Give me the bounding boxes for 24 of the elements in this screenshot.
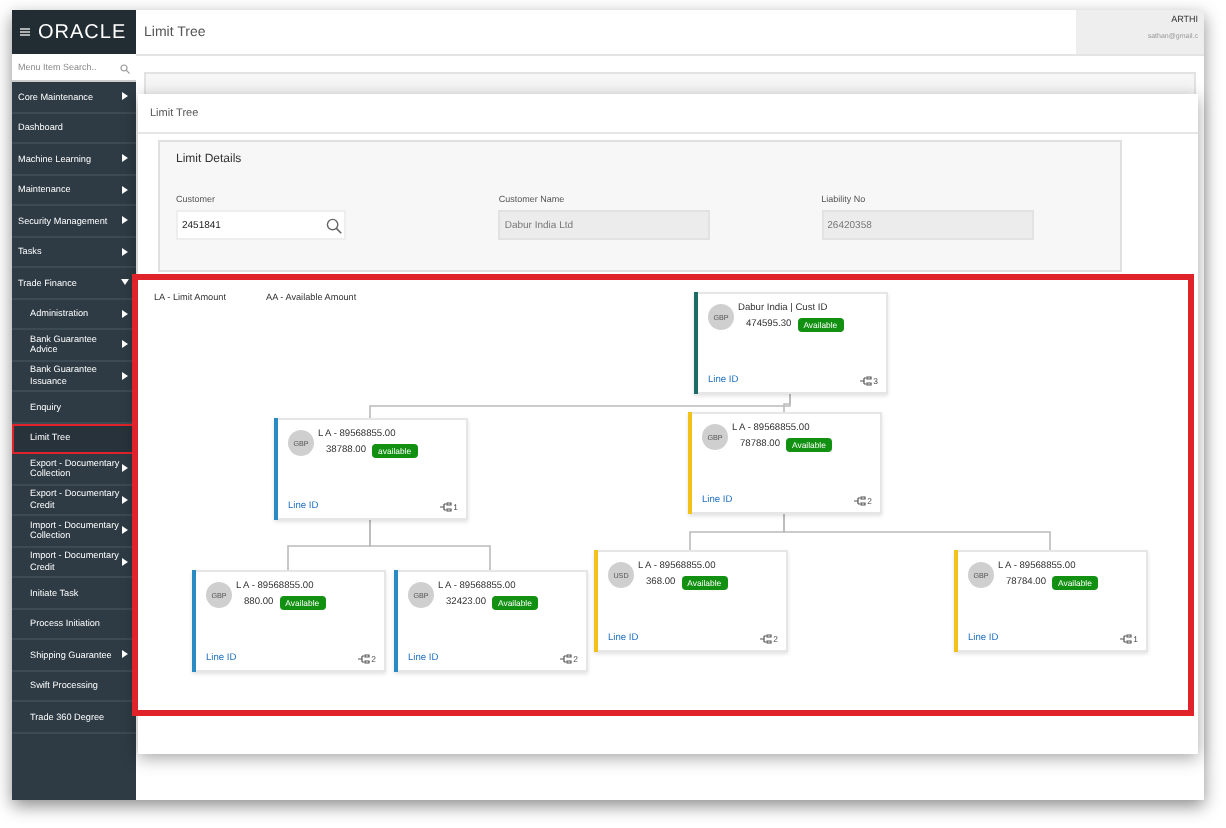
hierarchy-icon: [853, 496, 866, 506]
chevron-icon: [122, 495, 128, 504]
chevron-icon: [122, 526, 128, 535]
chevron-icon: [122, 154, 128, 163]
hierarchy-icon: [859, 376, 872, 386]
menu-icon[interactable]: [20, 28, 30, 36]
search-icon[interactable]: [326, 217, 342, 233]
chevron-icon: [122, 557, 128, 566]
chevron-icon: [122, 247, 128, 256]
hierarchy-icon: [759, 634, 772, 644]
hierarchy-icon: [439, 502, 452, 512]
chevron-icon: [122, 185, 128, 194]
chevron-icon: [122, 92, 128, 101]
chevron-icon: [122, 216, 128, 225]
chevron-icon: [122, 464, 128, 473]
hierarchy-icon: [357, 654, 370, 664]
hierarchy-icon: [1119, 634, 1132, 644]
oracle-logo: ORACLE: [38, 21, 127, 43]
hierarchy-icon: [559, 654, 572, 664]
search-icon: [120, 63, 130, 73]
chevron-icon: [122, 340, 128, 349]
chevron-icon: [122, 650, 128, 659]
chevron-icon: [122, 371, 128, 380]
chevron-icon: [122, 309, 128, 318]
